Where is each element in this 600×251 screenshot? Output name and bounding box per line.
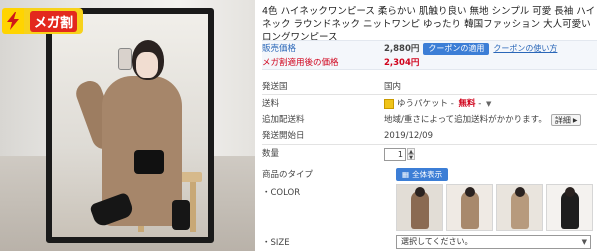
ship-origin-value: 国内 — [384, 82, 402, 92]
grid-icon: ▦ — [402, 170, 410, 179]
product-type-row: 商品のタイプ — [262, 168, 384, 182]
size-row: ・SIZE — [262, 236, 384, 250]
mega-price-label: メガ割適用後の価格 — [262, 58, 339, 68]
size-select[interactable]: 選択してください。 ▼ — [396, 235, 591, 249]
coupon-apply-button[interactable]: クーポンの適用 — [423, 43, 490, 55]
detail-button-label: 詳細 — [554, 115, 571, 125]
decrement-icon[interactable]: ▼ — [407, 154, 415, 161]
mega-sale-badge: メガ割 — [2, 8, 84, 34]
product-type-label: 商品のタイプ — [262, 170, 314, 180]
chevron-down-icon: ▼ — [581, 238, 587, 246]
quantity-input[interactable]: 1 — [384, 147, 406, 161]
sale-price-label: 販売価格 — [262, 44, 297, 54]
photo-model — [64, 40, 190, 230]
product-title: 4色 ハイネックワンピース 柔らかい 肌触り良い 無地 シンプル 可愛 長袖 ハ… — [262, 6, 596, 43]
quantity-label: 数量 — [262, 149, 280, 159]
mega-sale-label: メガ割 — [30, 10, 78, 32]
color-label: ・COLOR — [262, 188, 301, 198]
lightning-icon — [2, 8, 24, 34]
sale-price-row: 販売価格 2,880円 クーポンの適用 クーポンの使い方 — [262, 42, 557, 56]
quantity-stepper[interactable]: ▲ ▼ — [407, 148, 415, 161]
product-info-panel: 4色 ハイネックワンピース 柔らかい 肌触り良い 無地 シンプル 可愛 長袖 ハ… — [262, 0, 600, 251]
quantity-row: 数量 1 ▲ ▼ — [262, 147, 415, 161]
color-option-4[interactable] — [546, 184, 593, 231]
divider — [262, 144, 597, 145]
shipping-fee-label: 送料 — [262, 99, 280, 109]
size-label: ・SIZE — [262, 238, 290, 248]
package-icon — [384, 98, 394, 109]
chevron-down-icon: ▼ — [486, 100, 492, 108]
ship-start-row: 発送開始日 2019/12/09 — [262, 129, 433, 143]
shipping-method-label: ゆうパケット — [397, 99, 449, 109]
detail-button[interactable]: 詳細 ▶ — [550, 114, 582, 126]
view-all-label: 全体表示 — [412, 170, 443, 179]
view-all-button[interactable]: ▦ 全体表示 — [396, 168, 449, 181]
mega-price-row: メガ割適用後の価格 2,304円 — [262, 56, 419, 70]
caret-right-icon: ▶ — [572, 116, 578, 124]
color-row: ・COLOR — [262, 186, 384, 200]
ship-origin-label: 発送国 — [262, 82, 288, 92]
shipping-fee-sep: - — [450, 99, 454, 109]
color-option-2[interactable] — [446, 184, 493, 231]
divider — [262, 94, 597, 95]
sale-price-value: 2,880円 — [384, 44, 420, 54]
color-thumbnails — [396, 184, 593, 231]
shipping-method-select[interactable]: ゆうパケット - 無料 - ▼ — [384, 97, 491, 111]
shipping-fee-row: 送料 ゆうパケット - 無料 - ▼ — [262, 97, 491, 111]
ship-start-value: 2019/12/09 — [384, 131, 433, 141]
coupon-howto-link[interactable]: クーポンの使い方 — [493, 42, 557, 56]
product-main-image[interactable]: メガ割 — [0, 0, 255, 251]
color-option-1[interactable] — [396, 184, 443, 231]
additional-fee-row: 追加配送料 地域/重さによって追加送料がかかります。 詳細 ▶ — [262, 113, 582, 127]
color-option-3[interactable] — [496, 184, 543, 231]
size-select-value: 選択してください。 — [401, 237, 473, 246]
mega-price-value: 2,304円 — [384, 58, 420, 68]
shipping-fee-dash: - — [478, 99, 482, 109]
ship-start-label: 発送開始日 — [262, 131, 305, 141]
additional-fee-label: 追加配送料 — [262, 115, 305, 125]
additional-fee-value: 地域/重さによって追加送料がかかります。 — [384, 115, 547, 125]
shipping-fee-value: 無料 — [458, 99, 476, 109]
ship-origin-row: 発送国 国内 — [262, 80, 401, 94]
